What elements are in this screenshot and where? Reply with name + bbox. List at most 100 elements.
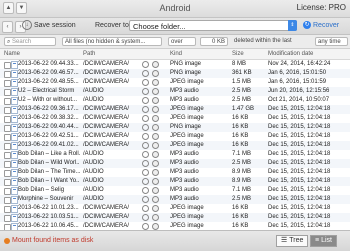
quicklook-icon[interactable] — [152, 97, 159, 104]
quicklook-icon[interactable] — [152, 115, 159, 122]
file-modified: Oct 21, 2014, 10:50:07 — [268, 97, 330, 103]
preview-icon[interactable] — [142, 196, 149, 203]
quicklook-icon[interactable] — [152, 88, 159, 95]
preview-icon[interactable] — [142, 115, 149, 122]
table-row[interactable]: 2013-06-22 10.03.51... /DCIM/CAMERA/JPEG … — [0, 213, 350, 222]
preview-icon[interactable] — [142, 142, 149, 149]
search-input[interactable]: ⌕ Search — [4, 37, 56, 46]
preview-icon[interactable] — [142, 61, 149, 68]
preview-icon[interactable] — [142, 214, 149, 221]
table-row[interactable]: 2013-06-22 09.41.02... /DCIM/CAMERA/JPEG … — [0, 141, 350, 150]
quicklook-icon[interactable] — [152, 187, 159, 194]
preview-icon[interactable] — [142, 88, 149, 95]
quicklook-icon[interactable] — [152, 205, 159, 212]
file-size: 16 KB — [232, 133, 249, 139]
preview-icon[interactable] — [142, 169, 149, 176]
save-session-button[interactable]: ↓ Save session — [22, 20, 76, 30]
column-modified[interactable]: Modification date — [268, 51, 313, 57]
quicklook-icon[interactable] — [152, 70, 159, 77]
quicklook-icon[interactable] — [152, 223, 159, 230]
tree-view-button[interactable]: ☰ Tree — [276, 235, 309, 247]
quicklook-icon[interactable] — [152, 160, 159, 167]
file-path: /DCIM/CAMERA/ — [83, 61, 130, 67]
quicklook-icon[interactable] — [152, 142, 159, 149]
table-row[interactable]: 2013-06-22 10.01.23... /DCIM/CAMERA/JPEG … — [0, 204, 350, 213]
row-checkbox[interactable] — [4, 98, 11, 105]
file-types-select[interactable]: All files (no hidden & system... — [62, 37, 162, 46]
table-row[interactable]: 2013-06-22 09.44.33... /DCIM/CAMERA/PNG i… — [0, 60, 350, 69]
row-checkbox[interactable] — [4, 89, 11, 96]
row-checkbox[interactable] — [4, 107, 11, 114]
quicklook-icon[interactable] — [152, 151, 159, 158]
row-checkbox[interactable] — [4, 215, 11, 222]
quicklook-icon[interactable] — [152, 106, 159, 113]
preview-icon[interactable] — [142, 106, 149, 113]
table-row[interactable]: Bob Dilan – Like a Roll.../AUDIO MP3 audi… — [0, 150, 350, 159]
row-checkbox[interactable] — [4, 134, 11, 141]
preview-icon[interactable] — [142, 70, 149, 77]
preview-icon[interactable] — [142, 79, 149, 86]
table-row[interactable]: Bob Dilan – Selig/AUDIO MP3 audio 7.1 MB De… — [0, 186, 350, 195]
quicklook-icon[interactable] — [152, 214, 159, 221]
quicklook-icon[interactable] — [152, 178, 159, 185]
column-path[interactable]: Path — [83, 51, 95, 57]
row-checkbox[interactable] — [4, 143, 11, 150]
row-checkbox[interactable] — [4, 197, 11, 204]
quicklook-icon[interactable] — [152, 124, 159, 131]
preview-icon[interactable] — [142, 223, 149, 230]
size-operator-select[interactable]: over — [168, 37, 196, 46]
file-icon — [11, 70, 18, 78]
row-checkbox[interactable] — [4, 161, 11, 168]
row-checkbox[interactable] — [4, 125, 11, 132]
row-checkbox[interactable] — [4, 71, 11, 78]
file-icon — [11, 106, 18, 114]
size-value-input[interactable]: 0 KB — [200, 37, 228, 46]
row-checkbox[interactable] — [4, 188, 11, 195]
recover-button[interactable]: ↻ Recover — [303, 21, 339, 29]
time-range-select[interactable]: any time — [315, 37, 348, 46]
table-row[interactable]: U2 – Electrical Storm/AUDIO MP3 audio 2.5 … — [0, 87, 350, 96]
table-row[interactable]: 2013-06-22 09.48.55... /DCIM/CAMERA/JPEG … — [0, 78, 350, 87]
column-size[interactable]: Size — [232, 51, 244, 57]
table-row[interactable]: Morphine – Souvenir/AUDIO MP3 audio 2.5 MB… — [0, 195, 350, 204]
table-row[interactable]: 2013-06-22 09.38.32... /DCIM/CAMERA/JPEG … — [0, 114, 350, 123]
preview-icon[interactable] — [142, 124, 149, 131]
row-checkbox[interactable] — [4, 80, 11, 87]
quicklook-icon[interactable] — [152, 133, 159, 140]
table-row[interactable]: 2013-06-22 09.40.44... /DCIM/CAMERA/PNG i… — [0, 123, 350, 132]
preview-icon[interactable] — [142, 187, 149, 194]
table-row[interactable]: 2013-06-22 09.36.17... /DCIM/CAMERA/JPEG … — [0, 105, 350, 114]
list-view-button[interactable]: ≡ List — [310, 235, 337, 247]
table-row[interactable]: Bob Dilan – The Time.../AUDIO MP3 audio 8.… — [0, 168, 350, 177]
file-kind: PNG image — [170, 70, 202, 76]
preview-icon[interactable] — [142, 97, 149, 104]
quicklook-icon[interactable] — [152, 196, 159, 203]
row-checkbox[interactable] — [4, 152, 11, 159]
row-checkbox[interactable] — [4, 179, 11, 186]
row-checkbox[interactable] — [4, 116, 11, 123]
table-row[interactable]: U2 – With or without... /AUDIO MP3 audio 2.… — [0, 96, 350, 105]
preview-icon[interactable] — [142, 178, 149, 185]
preview-icon[interactable] — [142, 133, 149, 140]
file-icon — [11, 160, 18, 168]
quicklook-icon[interactable] — [152, 79, 159, 86]
preview-icon[interactable] — [142, 205, 149, 212]
back-icon[interactable]: ‹ — [2, 21, 13, 33]
destination-folder-select[interactable]: Choose folder... ⇕ — [129, 20, 297, 31]
list-icon: ≡ — [315, 237, 320, 244]
table-row[interactable]: Bob Dilan – I Want Yo.../AUDIO MP3 audio 8… — [0, 177, 350, 186]
row-checkbox[interactable] — [4, 206, 11, 213]
quicklook-icon[interactable] — [152, 61, 159, 68]
table-row[interactable]: Bob Dilan – Wild Worl.../AUDIO MP3 audio 2… — [0, 159, 350, 168]
mount-disk-button[interactable]: Mount found items as disk — [4, 237, 93, 244]
preview-icon[interactable] — [142, 151, 149, 158]
row-checkbox[interactable] — [4, 62, 11, 69]
mount-disk-label: Mount found items as disk — [12, 237, 94, 244]
quicklook-icon[interactable] — [152, 169, 159, 176]
row-checkbox[interactable] — [4, 170, 11, 177]
table-row[interactable]: 2013-06-22 09.46.57... /DCIM/CAMERA/PNG i… — [0, 69, 350, 78]
column-name[interactable]: Name — [4, 51, 20, 57]
column-kind[interactable]: Kind — [170, 51, 182, 57]
preview-icon[interactable] — [142, 160, 149, 167]
table-row[interactable]: 2013-06-22 09.42.51... /DCIM/CAMERA/JPEG … — [0, 132, 350, 141]
